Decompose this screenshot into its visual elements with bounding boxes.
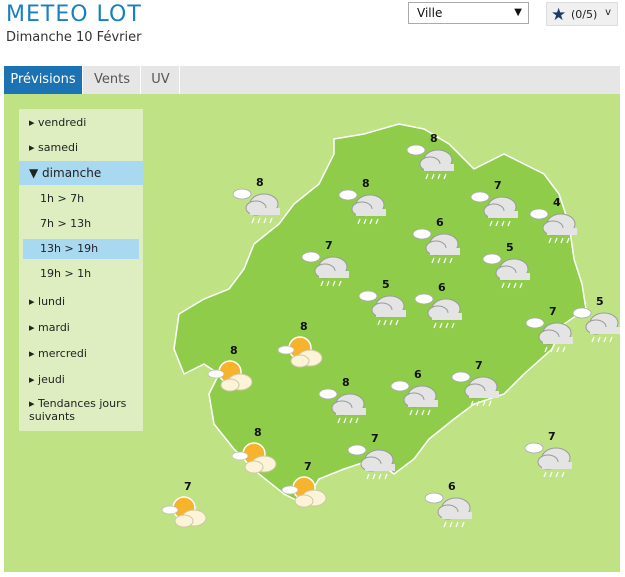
forecast-point[interactable]: 7 [343,432,405,488]
rain-cloud-icon [390,380,438,416]
slot-19h-1h[interactable]: 19h > 1h [23,264,139,284]
day-lundi[interactable]: ▸ lundi [19,290,143,314]
rain-cloud-icon [470,191,518,227]
forecast-point[interactable]: 7 [278,460,340,516]
sun-cloud-icon [207,360,253,392]
rain-cloud-icon [232,188,280,224]
day-jeudi[interactable]: ▸ jeudi [19,368,143,392]
rain-cloud-icon [524,442,572,478]
forecast-point[interactable]: 6 [386,368,448,424]
rain-cloud-icon [451,371,499,407]
forecast-date: Dimanche 10 Février [6,30,142,45]
forecast-point[interactable]: 8 [204,344,266,400]
slot-13h-19h[interactable]: 13h > 19h [23,239,139,259]
forecast-point[interactable]: 8 [228,176,290,232]
forecast-point[interactable]: 7 [297,239,359,295]
dropdown-arrow-icon: ▼ [514,7,522,18]
slot-1h-7h[interactable]: 1h > 7h [23,189,139,209]
forecast-point[interactable]: 6 [410,281,472,337]
day-selector: ▸ vendredi ▸ samedi ▼ dimanche 1h > 7h 7… [19,109,143,431]
day-vendredi[interactable]: ▸ vendredi [19,111,143,135]
forecast-point[interactable]: 7 [466,179,528,235]
forecast-point[interactable]: 7 [447,359,509,415]
star-icon: ★ [551,5,567,25]
sun-cloud-icon [277,336,323,368]
rain-cloud-icon [406,144,454,180]
forecast-point[interactable]: 6 [420,480,482,536]
day-dimanche[interactable]: ▼ dimanche [19,161,143,185]
forecast-point[interactable]: 7 [158,480,220,536]
page-title: METEO LOT [6,2,142,27]
rain-cloud-icon [572,307,620,343]
day-samedi[interactable]: ▸ samedi [19,136,143,160]
rain-cloud-icon [414,293,462,329]
day-mercredi[interactable]: ▸ mercredi [19,342,143,366]
rain-cloud-icon [318,388,366,424]
forecast-point[interactable]: 5 [478,241,540,297]
tab-bar: Prévisions Vents UV [4,66,620,94]
rain-cloud-icon [301,251,349,287]
rain-cloud-icon [482,253,530,289]
city-select-value: Ville [417,6,443,20]
forecast-map: ▸ vendredi ▸ samedi ▼ dimanche 1h > 7h 7… [4,94,620,572]
tab-uv[interactable]: UV [142,66,180,94]
rain-cloud-icon [424,492,472,528]
sun-cloud-icon [281,476,327,508]
chevron-down-icon: v [605,7,611,18]
rain-cloud-icon [338,189,386,225]
forecast-point[interactable]: 8 [402,132,464,188]
forecast-point[interactable]: 5 [354,278,416,334]
forecast-point[interactable]: 7 [520,430,582,486]
tab-vents[interactable]: Vents [84,66,141,94]
favorites-button[interactable]: ★ (0/5) v [546,2,618,26]
city-select[interactable]: Ville ▼ [408,2,529,24]
forecast-point[interactable]: 8 [334,177,396,233]
sun-cloud-icon [161,496,207,528]
rain-cloud-icon [358,290,406,326]
forecast-point[interactable]: 6 [408,216,470,272]
forecast-point[interactable]: 5 [568,295,620,351]
rain-cloud-icon [412,228,460,264]
forecast-point[interactable]: 8 [314,376,376,432]
forecast-point[interactable]: 8 [274,320,336,376]
day-mardi[interactable]: ▸ mardi [19,316,143,340]
slot-7h-13h[interactable]: 7h > 13h [23,214,139,234]
day-tendances[interactable]: ▸ Tendances jours suivants [19,393,143,425]
rain-cloud-icon [347,444,395,480]
tab-previsions[interactable]: Prévisions [4,66,83,94]
favorites-count: (0/5) [571,8,598,21]
